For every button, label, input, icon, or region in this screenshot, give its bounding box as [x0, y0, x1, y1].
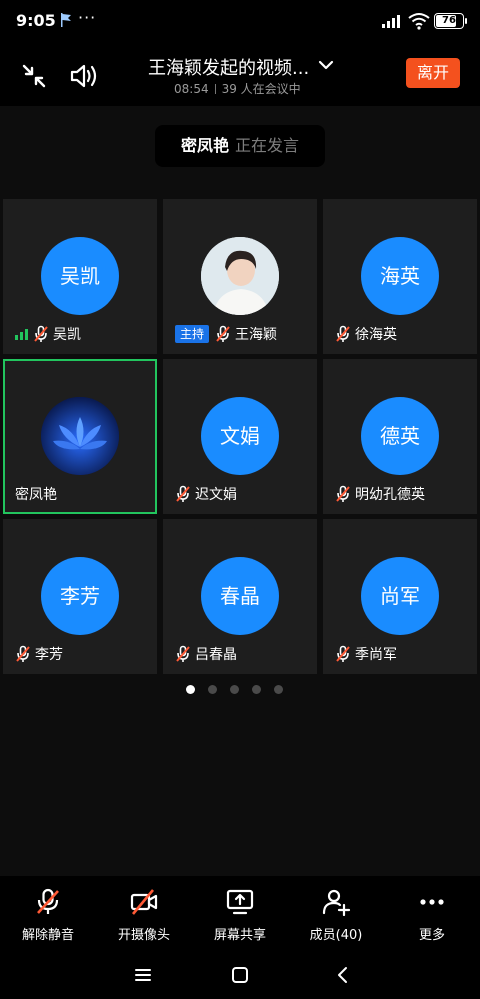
participant-name: 吴凯: [53, 327, 81, 343]
profile-photo: [41, 397, 119, 475]
host-badge: 主持: [175, 325, 210, 343]
mic-muted-icon: [216, 325, 230, 342]
participant-footer: 徐海英: [335, 324, 397, 344]
screen-share-button[interactable]: 屏幕共享: [192, 888, 288, 948]
meeting-title[interactable]: 王海颖发起的视频...: [148, 54, 309, 80]
battery-level: 76: [442, 15, 456, 26]
participant-name: 明幼孔德英: [355, 487, 425, 503]
camera-label: 开摄像头: [117, 928, 170, 943]
minimize-icon[interactable]: [18, 60, 50, 92]
page-dot[interactable]: [230, 685, 239, 694]
participant-tile[interactable]: 李芳 李芳: [3, 519, 157, 674]
participant-name: 季尚军: [355, 647, 397, 663]
participant-tile[interactable]: 主持 王海颖: [163, 199, 317, 354]
page-indicator: [186, 685, 296, 697]
status-time: 9:05: [16, 11, 56, 30]
notification-flag-icon: [61, 13, 71, 27]
participant-tile-speaking[interactable]: 密凤艳: [3, 359, 157, 514]
participant-name: 李芳: [35, 647, 63, 663]
avatar: [201, 237, 279, 315]
participant-name: 徐海英: [355, 327, 397, 343]
avatar: [41, 397, 119, 475]
participant-tile[interactable]: 吴凯 吴凯: [3, 199, 157, 354]
members-label: 成员(40): [309, 928, 363, 943]
mic-muted-icon: [176, 645, 190, 662]
avatar: 吴凯: [41, 237, 119, 315]
screen-share-label: 屏幕共享: [213, 928, 266, 943]
participant-footer: 李芳: [15, 644, 63, 664]
participant-name: 密凤艳: [15, 487, 57, 503]
network-signal-icon: [15, 329, 28, 340]
meeting-duration: 08:54: [174, 82, 209, 96]
avatar: 文娟: [201, 397, 279, 475]
participant-tile[interactable]: 海英 徐海英: [323, 199, 477, 354]
page-dot[interactable]: [274, 685, 283, 694]
avatar: 德英: [361, 397, 439, 475]
participant-footer: 吕春晶: [175, 644, 237, 664]
more-button[interactable]: 更多: [384, 888, 480, 948]
add-member-icon: [322, 889, 351, 916]
status-bar: 9:05 ··· 76: [0, 0, 480, 44]
page-dot[interactable]: [252, 685, 261, 694]
unmute-button[interactable]: 解除静音: [0, 888, 96, 948]
participant-footer: 季尚军: [335, 644, 397, 664]
profile-photo: [201, 237, 279, 315]
mic-muted-icon: [336, 325, 350, 342]
more-label: 更多: [418, 928, 445, 943]
active-speaker-status: 正在发言: [235, 136, 300, 155]
mic-muted-icon: [16, 645, 30, 662]
status-more-icon: ···: [78, 8, 97, 27]
avatar: 春晶: [201, 557, 279, 635]
participant-tile[interactable]: 春晶 吕春晶: [163, 519, 317, 674]
mic-muted-icon: [336, 645, 350, 662]
participant-tile[interactable]: 文娟 迟文娟: [163, 359, 317, 514]
avatar: 尚军: [361, 557, 439, 635]
recent-apps-icon[interactable]: [132, 964, 154, 986]
leave-button[interactable]: 离开: [406, 58, 460, 88]
battery-icon: 76: [434, 13, 464, 29]
participant-name: 吕春晶: [195, 647, 237, 663]
camera-off-icon: [130, 889, 158, 915]
meeting-meta: 08:54 39 人在会议中: [174, 80, 301, 97]
participant-tile[interactable]: 尚军 季尚军: [323, 519, 477, 674]
participant-footer: 明幼孔德英: [335, 484, 425, 504]
page-dot-active[interactable]: [186, 685, 195, 694]
avatar: 海英: [361, 237, 439, 315]
mic-muted-icon: [176, 485, 190, 502]
screen-share-icon: [226, 889, 254, 915]
participant-footer: 密凤艳: [15, 484, 57, 504]
camera-button[interactable]: 开摄像头: [96, 888, 192, 948]
participant-footer: 吴凯: [15, 324, 81, 344]
mic-muted-icon: [37, 888, 59, 914]
participant-tile[interactable]: 德英 明幼孔德英: [323, 359, 477, 514]
active-speaker-banner: 密凤艳 正在发言: [155, 125, 325, 167]
unmute-label: 解除静音: [21, 928, 74, 943]
more-icon: [420, 899, 444, 905]
system-nav-bar: [0, 950, 480, 999]
participant-footer: 迟文娟: [175, 484, 237, 504]
participant-footer: 主持 王海颖: [175, 324, 277, 344]
home-icon[interactable]: [229, 964, 251, 986]
cell-signal-icon: [382, 15, 400, 28]
wifi-icon: [408, 13, 430, 30]
members-button[interactable]: 成员(40): [288, 888, 384, 948]
participant-name: 迟文娟: [195, 487, 237, 503]
chevron-down-icon[interactable]: [318, 58, 334, 72]
mic-muted-icon: [34, 325, 48, 342]
back-icon[interactable]: [332, 964, 354, 986]
meeting-toolbar: 解除静音 开摄像头 屏幕共享 成员(40) 更多: [0, 876, 480, 950]
active-speaker-name: 密凤艳: [180, 136, 229, 155]
participant-name: 王海颖: [235, 327, 278, 343]
page-dot[interactable]: [208, 685, 217, 694]
speaker-icon[interactable]: [68, 60, 100, 92]
mic-muted-icon: [336, 485, 350, 502]
meeting-attendance: 39 人在会议中: [221, 82, 301, 96]
avatar: 李芳: [41, 557, 119, 635]
